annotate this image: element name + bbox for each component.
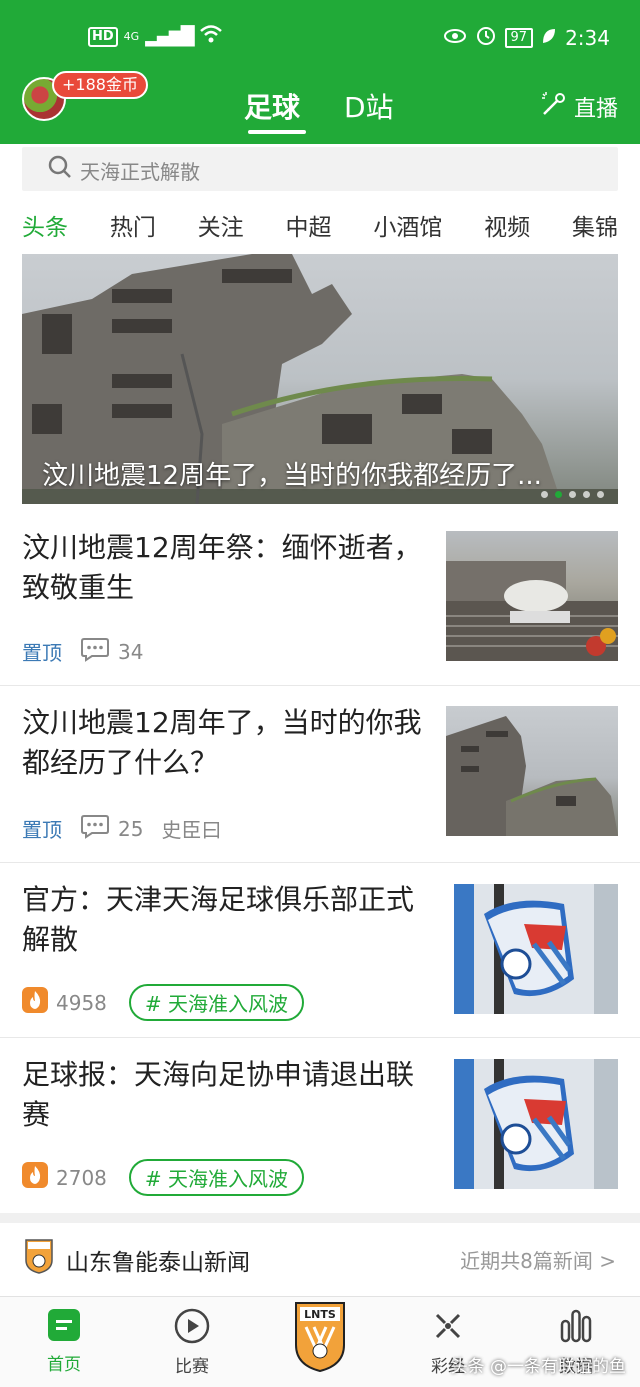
tab-d-station[interactable]: D站 bbox=[344, 86, 394, 126]
news-meta: 2708 # 天海准入风波 bbox=[22, 1159, 305, 1196]
data-icon bbox=[560, 1309, 592, 1343]
heat-count: 4958 bbox=[56, 990, 107, 1015]
news-title: 官方：天津天海足球俱乐部正式解散 bbox=[22, 883, 415, 956]
lottery-icon bbox=[435, 1313, 461, 1339]
live-icon bbox=[540, 90, 568, 124]
play-icon bbox=[174, 1308, 210, 1344]
svg-text:LNTS: LNTS bbox=[304, 1308, 336, 1321]
carousel-dot bbox=[597, 491, 604, 498]
news-thumbnail bbox=[446, 531, 618, 661]
news-item[interactable]: 汶川地震12周年祭：缅怀逝者，致敬重生 置顶 34 bbox=[0, 520, 640, 685]
news-thumbnail bbox=[454, 1059, 618, 1189]
carousel-dot bbox=[569, 491, 576, 498]
carousel-dot-active bbox=[555, 491, 562, 498]
pinned-label: 置顶 bbox=[22, 818, 62, 842]
alarm-icon bbox=[475, 24, 497, 51]
nav-label: 首页 bbox=[47, 1355, 81, 1375]
home-icon bbox=[48, 1309, 80, 1341]
news-meta: 置顶 25 史臣曰 bbox=[22, 813, 221, 844]
divider bbox=[0, 685, 640, 686]
carousel-dot bbox=[541, 491, 548, 498]
tab-hot[interactable]: 热门 bbox=[110, 208, 156, 242]
eye-icon bbox=[443, 26, 467, 50]
divider bbox=[0, 1037, 640, 1038]
tab-csl[interactable]: 中超 bbox=[285, 208, 331, 242]
tab-tavern[interactable]: 小酒馆 bbox=[373, 208, 442, 242]
leaf-icon bbox=[541, 26, 557, 50]
carousel-dot bbox=[583, 491, 590, 498]
live-label: 直播 bbox=[573, 97, 618, 122]
topic-tag[interactable]: # 天海准入风波 bbox=[128, 984, 305, 1021]
clock: 2:34 bbox=[565, 25, 610, 50]
pinned-label: 置顶 bbox=[22, 641, 62, 665]
hero-banner[interactable]: 汶川地震12周年了，当时的你我都经历了... bbox=[22, 254, 618, 504]
tab-active-indicator bbox=[248, 130, 306, 134]
hd-badge: HD bbox=[88, 26, 118, 47]
tab-football[interactable]: 足球 bbox=[244, 86, 300, 126]
coins-badge[interactable]: +188金币 bbox=[52, 71, 148, 99]
category-tabs: 头条 热门 关注 中超 小酒馆 视频 集锦 bbox=[22, 208, 618, 242]
watermark: 头条 @一条有联谊的鱼 bbox=[450, 1357, 626, 1377]
nav-match[interactable]: 比赛 bbox=[152, 1307, 232, 1377]
wifi-icon bbox=[199, 24, 223, 49]
news-meta: 置顶 34 bbox=[22, 636, 143, 667]
club-news-more[interactable]: 近期共8篇新闻 > bbox=[460, 1245, 616, 1274]
heat-count: 2708 bbox=[56, 1165, 107, 1190]
nav-label: 比赛 bbox=[175, 1357, 209, 1377]
nav-home[interactable]: 首页 bbox=[24, 1307, 104, 1375]
tab-highlights[interactable]: 集锦 bbox=[572, 208, 618, 242]
comment-count: 25 bbox=[118, 816, 144, 841]
network-type: 4G bbox=[123, 30, 140, 43]
comment-icon bbox=[80, 636, 110, 667]
news-title: 汶川地震12周年了，当时的你我都经历了什么？ bbox=[22, 706, 422, 779]
comment-icon bbox=[80, 813, 110, 844]
news-title: 足球报：天海向足协申请退出联赛 bbox=[22, 1058, 415, 1131]
news-meta: 4958 # 天海准入风波 bbox=[22, 984, 305, 1021]
hero-caption: 汶川地震12周年了，当时的你我都经历了... bbox=[42, 461, 542, 491]
topic-tag[interactable]: # 天海准入风波 bbox=[128, 1159, 305, 1196]
club-name: 山东鲁能泰山新闻 bbox=[66, 1250, 250, 1276]
live-button[interactable]: 直播 bbox=[540, 90, 618, 124]
tab-headline[interactable]: 头条 bbox=[22, 208, 68, 242]
club-logo-icon bbox=[24, 1238, 54, 1278]
divider bbox=[0, 862, 640, 863]
news-item[interactable]: 官方：天津天海足球俱乐部正式解散 4958 # 天海准入风波 bbox=[0, 872, 640, 1037]
section-gap bbox=[0, 1213, 640, 1223]
news-thumbnail bbox=[454, 884, 618, 1014]
status-bar: HD 4G ▂▄▆█ 97 2:34 bbox=[0, 20, 640, 60]
news-item[interactable]: 足球报：天海向足协申请退出联赛 2708 # 天海准入风波 bbox=[0, 1047, 640, 1212]
news-item[interactable]: 汶川地震12周年了，当时的你我都经历了什么？ 置顶 25 史臣曰 bbox=[0, 695, 640, 863]
search-icon bbox=[48, 155, 72, 185]
battery-icon: 97 bbox=[504, 27, 534, 48]
fire-icon bbox=[22, 1162, 48, 1193]
author-name: 史臣曰 bbox=[161, 818, 222, 842]
app-header: HD 4G ▂▄▆█ 97 2:34 +188金币 足球 D站 直播 bbox=[0, 0, 640, 144]
search-placeholder: 天海正式解散 bbox=[80, 160, 200, 184]
tab-follow[interactable]: 关注 bbox=[198, 208, 244, 242]
news-thumbnail bbox=[446, 706, 618, 836]
club-news-bar[interactable]: 山东鲁能泰山新闻 近期共8篇新闻 > bbox=[0, 1224, 640, 1294]
carousel-dots bbox=[541, 491, 604, 498]
comment-count: 34 bbox=[118, 639, 144, 664]
signal-icon: ▂▄▆█ bbox=[145, 26, 194, 47]
search-input[interactable]: 天海正式解散 bbox=[22, 147, 618, 191]
nav-club[interactable]: LNTS bbox=[280, 1299, 360, 1378]
club-logo: LNTS bbox=[295, 1302, 345, 1373]
fire-icon bbox=[22, 987, 48, 1018]
news-title: 汶川地震12周年祭：缅怀逝者，致敬重生 bbox=[22, 531, 422, 604]
tab-video[interactable]: 视频 bbox=[484, 208, 530, 242]
